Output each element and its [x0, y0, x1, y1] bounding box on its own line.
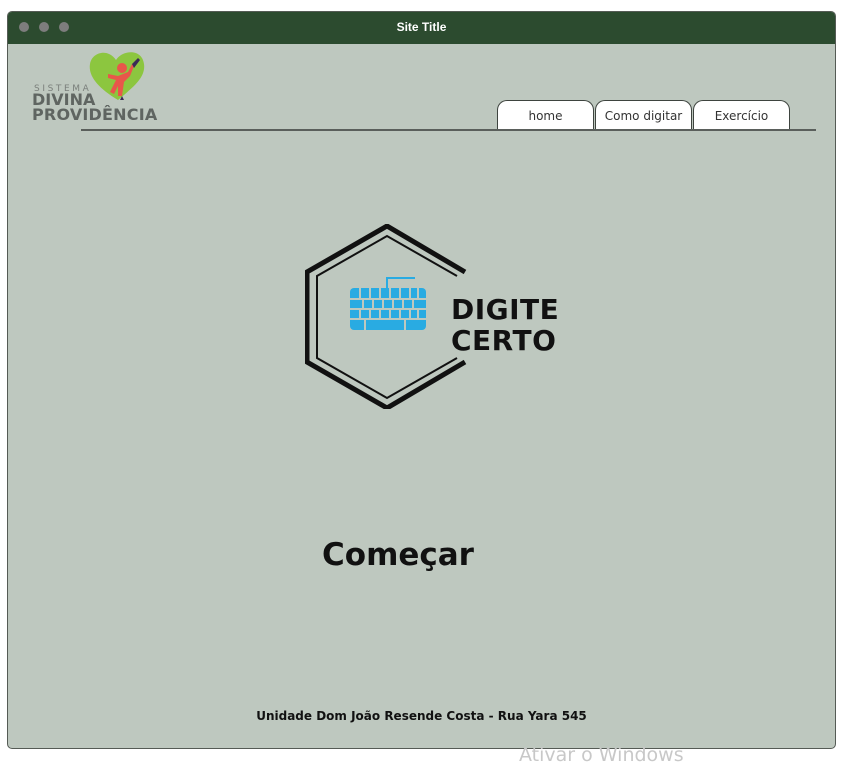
footer-address: Unidade Dom João Resende Costa - Rua Yar… [256, 709, 587, 723]
logo-text-line1: DIGITE [451, 293, 560, 326]
start-button[interactable]: Começar [308, 537, 488, 573]
brand-logo[interactable]: SISTEMA DIVINA PROVIDÊNCIA [32, 50, 172, 130]
nav-tabs: home Como digitar Exercício [497, 100, 791, 130]
window-title: Site Title [396, 20, 447, 34]
brand-name-line2: PROVIDÊNCIA [32, 105, 158, 124]
browser-window: Site Title SISTEMA DIVINA PROVIDÊNCIA ho… [7, 11, 836, 749]
title-bar: Site Title [8, 12, 835, 44]
nav-divider [81, 129, 816, 131]
tab-home[interactable]: home [497, 100, 594, 130]
keyboard-icon [350, 277, 426, 330]
windows-activation-watermark: Ativar o Windows [519, 744, 684, 766]
logo-text-line2: CERTO [451, 324, 557, 357]
heart-figure-icon [89, 52, 145, 100]
tab-exercicio[interactable]: Exercício [693, 100, 790, 130]
tab-como-digitar[interactable]: Como digitar [595, 100, 692, 130]
digite-certo-logo: DIGITE CERTO [305, 224, 570, 409]
